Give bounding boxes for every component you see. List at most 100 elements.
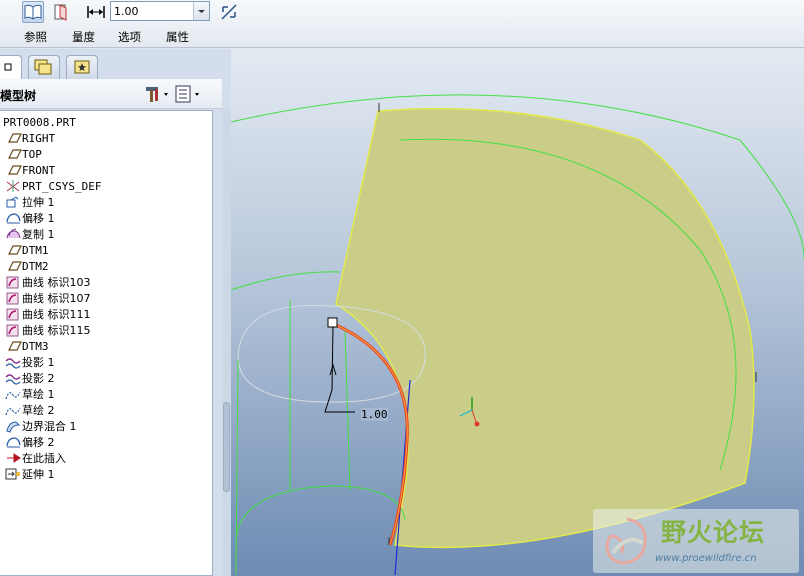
tree-item-label: 偏移 1 (22, 212, 55, 225)
open-book-icon (24, 4, 42, 20)
measure-distance-icon (87, 6, 105, 18)
boundary-blend-surface[interactable] (335, 107, 755, 549)
offset-icon (6, 213, 21, 224)
tree-item[interactable]: 延伸 1 (0, 466, 212, 482)
tab-options[interactable]: 选项 (118, 29, 141, 45)
tree-item-label: 草绘 1 (22, 388, 55, 401)
navigator-tabs (0, 53, 231, 79)
datum-plane-icon (8, 341, 22, 351)
tree-item[interactable]: 投影 2 (0, 370, 212, 386)
extrude-icon (6, 196, 19, 208)
page-flip-icon (54, 4, 67, 21)
datum-plane-icon (8, 165, 22, 175)
tree-item[interactable]: DTM1 (0, 242, 212, 258)
tree-item[interactable]: 草绘 1 (0, 386, 212, 402)
insert-here-arrow-icon (7, 453, 21, 463)
chevron-down-icon (164, 93, 168, 96)
curve-icon (6, 276, 19, 289)
tree-item[interactable]: 复制 1 (0, 226, 212, 242)
chevron-down-icon (195, 93, 199, 96)
projection-icon (5, 374, 21, 385)
folder-browser-icon (34, 59, 52, 75)
cylinder-left-edge (235, 359, 239, 576)
tree-item-label: PRT_CSYS_DEF (22, 179, 102, 193)
tree-item-label: 拉伸 1 (22, 196, 55, 209)
tree-item-label: 曲线 标识115 (22, 324, 91, 337)
tree-item[interactable]: 在此插入 (0, 450, 212, 466)
tree-item-label: 投影 2 (22, 372, 55, 385)
tree-item[interactable]: 草绘 2 (0, 402, 212, 418)
copy-icon (6, 228, 21, 239)
extend-length-input[interactable] (111, 2, 193, 20)
tree-item-label: 曲线 标识103 (22, 276, 91, 289)
model-tree-icon (4, 63, 12, 71)
tree-item[interactable]: 偏移 2 (0, 434, 212, 450)
tree-settings-icons[interactable] (144, 84, 214, 104)
model-tree: PRT0008.PRT RIGHT TOP FRONT PRT_CSYS_DEF 拉伸 1… (0, 110, 213, 576)
model-geometry (231, 94, 804, 576)
offset-icon (6, 437, 21, 448)
tree-item-label: DTM3 (22, 339, 49, 353)
extend-length-dimension[interactable]: 1.00 (361, 408, 388, 421)
tree-item-label: PRT0008.PRT (3, 115, 76, 129)
forum-watermark: 野火论坛 www.proewildfire.cn (593, 509, 799, 573)
tree-item[interactable]: 曲线 标识111 (0, 306, 212, 322)
projection-icon (5, 358, 21, 369)
datum-plane-icon (8, 261, 22, 271)
cylinder-bottom-ellipse (235, 485, 406, 541)
tab-folder-browser[interactable] (28, 55, 60, 79)
tree-item[interactable]: FRONT (0, 162, 212, 178)
wildfire-logo-icon (605, 517, 647, 565)
tree-toolbar (144, 84, 214, 104)
extend-icon (5, 468, 21, 480)
curve-icon (6, 292, 19, 305)
tree-item[interactable]: 投影 1 (0, 354, 212, 370)
tab-measures[interactable]: 量度 (72, 29, 95, 45)
tree-item[interactable]: DTM2 (0, 258, 212, 274)
tree-item[interactable]: 偏移 1 (0, 210, 212, 226)
tree-item-label: DTM1 (22, 243, 49, 257)
tree-item[interactable]: 曲线 标识103 (0, 274, 212, 290)
reference-mode-button[interactable] (22, 1, 44, 23)
tree-item[interactable]: PRT0008.PRT (0, 114, 212, 130)
tree-item[interactable]: PRT_CSYS_DEF (0, 178, 212, 194)
tab-favorites[interactable] (66, 55, 98, 79)
favorites-folder-icon (74, 60, 90, 74)
tree-item[interactable]: 拉伸 1 (0, 194, 212, 210)
tree-item[interactable]: RIGHT (0, 130, 212, 146)
tree-item-label: FRONT (22, 163, 56, 177)
tab-properties[interactable]: 属性 (166, 29, 189, 45)
tree-item[interactable]: 边界混合 1 (0, 418, 212, 434)
graphics-window[interactable]: 1.00 野火论坛 www.proewildfire.cn (231, 49, 804, 576)
tree-item-label: 边界混合 1 (22, 420, 77, 433)
chevron-down-icon (198, 10, 205, 13)
sketch-icon (5, 391, 21, 400)
tree-item[interactable]: TOP (0, 146, 212, 162)
length-dropdown-button[interactable] (193, 2, 209, 20)
length-drag-handle[interactable] (327, 317, 338, 328)
watermark-title: 野火论坛 (661, 518, 766, 547)
dimension-arrow (329, 363, 337, 376)
cylinder-inner-line-2 (344, 329, 351, 491)
tab-references[interactable]: 参照 (24, 29, 47, 45)
tree-item[interactable]: 曲线 标识115 (0, 322, 212, 338)
extend-length-combobox[interactable] (110, 1, 210, 21)
tree-item-label: 曲线 标识111 (22, 308, 91, 321)
sketch-icon (5, 407, 21, 416)
dimension-leader (324, 326, 355, 413)
datum-plane-icon (8, 133, 22, 143)
tree-item-label: 复制 1 (22, 228, 55, 241)
boundary-blend-icon (6, 421, 21, 433)
splitter-handle[interactable] (223, 402, 230, 492)
curve-icon (6, 324, 19, 337)
tree-item[interactable]: DTM3 (0, 338, 212, 354)
tree-columns-icon (175, 85, 191, 103)
tree-item[interactable]: 曲线 标识107 (0, 290, 212, 306)
panel-splitter[interactable] (222, 109, 231, 576)
tree-item-label: 延伸 1 (22, 468, 55, 481)
model-tree-header: 模型树 (0, 79, 222, 109)
flip-direction-button[interactable] (218, 1, 240, 23)
tab-model-tree[interactable] (0, 55, 22, 79)
coordinate-system-icon (6, 180, 20, 192)
extend-options-button[interactable] (50, 1, 72, 23)
